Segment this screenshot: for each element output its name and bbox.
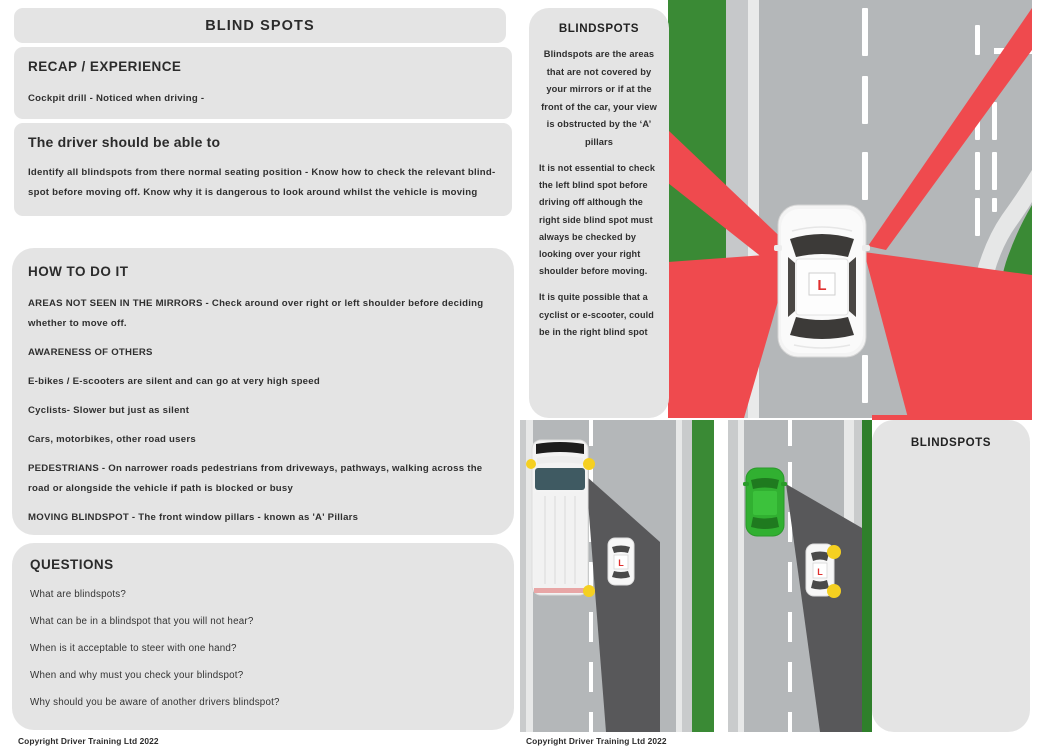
info-para-3: It is quite possible that a cyclist or e… — [539, 292, 654, 337]
how-to-line: AWARENESS OF OTHERS — [28, 347, 153, 358]
left-footer-copyright: Copyright Driver Training Ltd 2022 — [18, 736, 159, 746]
question-item: What can be in a blindspot that you will… — [30, 616, 254, 627]
learner-car-white: L — [774, 204, 870, 358]
driver-ability-panel: The driver should be able to Identify al… — [14, 123, 512, 216]
page-title: BLIND SPOTS — [205, 17, 315, 34]
green-car-blindspot-scene: L — [728, 420, 872, 732]
van-rear-marker — [583, 585, 595, 597]
how-to-line: road or alongside the vehicle if path is… — [28, 483, 294, 494]
driver-ability-line-2: spot before moving off. Know why it is d… — [28, 187, 478, 198]
driver-ability-line-1: Identify all blindspots from there norma… — [28, 167, 496, 178]
how-to-line: PEDESTRIANS - On narrower roads pedestri… — [28, 463, 483, 474]
recap-line-1: Cockpit drill - Noticed when driving - — [28, 93, 205, 104]
van-scene-grass-verge — [692, 420, 714, 732]
title-panel: BLIND SPOTS — [14, 8, 506, 43]
questions-panel: QUESTIONS What are blindspots? What can … — [12, 543, 514, 730]
how-to-line: E-bikes / E-scooters are silent and can … — [28, 376, 320, 387]
van-mirror-right — [583, 458, 595, 470]
how-to-line: Cars, motorbikes, other road users — [28, 434, 196, 445]
blindspots-box-label: BLINDSPOTS — [910, 436, 992, 449]
info-para-1: Blindspots are the areas that are not co… — [541, 49, 657, 147]
how-to-do-it-panel: HOW TO DO IT AREAS NOT SEEN IN THE MIRRO… — [12, 248, 514, 535]
van-mirror-left — [526, 459, 536, 469]
blindspots-info-panel: BLINDSPOTS Blindspots are the areas that… — [529, 8, 669, 418]
learner-mirror-rear — [827, 584, 841, 598]
info-panel-title: BLINDSPOTS — [558, 22, 640, 35]
how-to-heading: HOW TO DO IT — [28, 264, 129, 279]
van-blindspot-scene: L — [520, 420, 692, 732]
question-item: Why should you be aware of another drive… — [30, 697, 280, 708]
question-item: What are blindspots? — [30, 589, 127, 600]
worksheet-page: BLIND SPOTS RECAP / EXPERIENCE Cockpit d… — [0, 0, 1058, 747]
how-to-line: MOVING BLINDSPOT - The front window pill… — [28, 512, 359, 523]
l-plate-letter-small: L — [618, 558, 624, 568]
how-to-line: Cyclists- Slower but just as silent — [28, 405, 190, 416]
hidden-learner-car-small: L — [607, 537, 635, 586]
question-item: When and why must you check your blindsp… — [30, 670, 244, 681]
l-plate-letter: L — [817, 277, 826, 294]
left-page: BLIND SPOTS RECAP / EXPERIENCE Cockpit d… — [0, 0, 520, 747]
questions-heading: QUESTIONS — [30, 557, 114, 572]
driver-ability-heading: The driver should be able to — [28, 134, 221, 150]
how-to-line: AREAS NOT SEEN IN THE MIRRORS - Check ar… — [28, 298, 484, 309]
how-to-line: whether to move off. — [28, 318, 127, 329]
white-van — [526, 439, 595, 597]
recap-heading: RECAP / EXPERIENCE — [28, 59, 182, 74]
info-para-2: It is not essential to check the left bl… — [539, 163, 656, 277]
green-scene-lane-dashes — [788, 420, 792, 732]
right-footer-copyright: Copyright Driver Training Ltd 2022 — [526, 736, 667, 746]
recap-panel: RECAP / EXPERIENCE Cockpit drill - Notic… — [14, 47, 512, 119]
blindspots-label-box: BLINDSPOTS — [872, 420, 1030, 732]
right-page: L L L BLINDSPOTS Blindspots are the area… — [520, 0, 1032, 747]
learner-mirror-front — [827, 545, 841, 559]
green-car — [743, 467, 787, 537]
l-plate-letter-small-2: L — [817, 567, 823, 577]
question-item: When is it acceptable to steer with one … — [30, 643, 237, 654]
